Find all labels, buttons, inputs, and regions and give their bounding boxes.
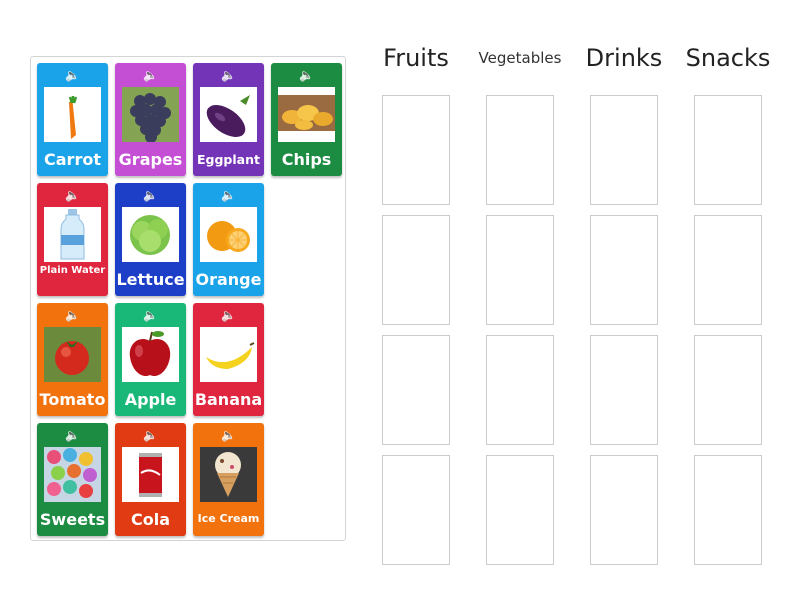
card-plain-water[interactable]: 🔈 Plain Water bbox=[37, 183, 108, 296]
speaker-icon[interactable]: 🔈 bbox=[193, 308, 264, 322]
category-header-drinks: Drinks bbox=[585, 44, 663, 72]
card-label: Orange bbox=[195, 269, 262, 289]
card-label: Chips bbox=[281, 149, 332, 169]
card-label: Apple bbox=[124, 389, 177, 409]
drop-slot-fruits[interactable] bbox=[382, 335, 450, 445]
sweets-icon bbox=[44, 447, 101, 502]
category-header-snacks: Snacks bbox=[685, 44, 771, 72]
card-banana[interactable]: 🔈 Banana bbox=[193, 303, 264, 416]
speaker-icon[interactable]: 🔈 bbox=[115, 428, 186, 442]
speaker-icon[interactable]: 🔈 bbox=[37, 308, 108, 322]
drop-slot-snacks[interactable] bbox=[694, 455, 762, 565]
speaker-icon[interactable]: 🔈 bbox=[271, 68, 342, 82]
card-label: Ice Cream bbox=[197, 512, 260, 526]
card-tray: 🔈 Carrot 🔈 Grapes 🔈 Eggplant 🔈 Chips 🔈 Plain Wate… bbox=[30, 56, 346, 541]
card-cola[interactable]: 🔈 Cola bbox=[115, 423, 186, 536]
apple-icon bbox=[122, 327, 179, 382]
speaker-icon[interactable]: 🔈 bbox=[115, 188, 186, 202]
card-label: Cola bbox=[130, 509, 170, 529]
drop-slot-snacks[interactable] bbox=[694, 95, 762, 205]
tomato-icon bbox=[44, 327, 101, 382]
card-label: Carrot bbox=[44, 149, 101, 169]
ice-cream-icon bbox=[200, 447, 257, 502]
drop-slot-vegetables[interactable] bbox=[486, 335, 554, 445]
drop-slot-snacks[interactable] bbox=[694, 335, 762, 445]
cola-can-icon bbox=[122, 447, 179, 502]
card-lettuce[interactable]: 🔈 Lettuce bbox=[115, 183, 186, 296]
card-carrot[interactable]: 🔈 Carrot bbox=[37, 63, 108, 176]
drop-slot-fruits[interactable] bbox=[382, 215, 450, 325]
water-bottle-icon bbox=[44, 207, 101, 262]
speaker-icon[interactable]: 🔈 bbox=[37, 188, 108, 202]
card-chips[interactable]: 🔈 Chips bbox=[271, 63, 342, 176]
drop-slot-fruits[interactable] bbox=[382, 95, 450, 205]
category-header-fruits: Fruits bbox=[383, 44, 449, 72]
orange-icon bbox=[200, 207, 257, 262]
chips-icon bbox=[278, 87, 335, 142]
drop-slot-drinks[interactable] bbox=[590, 455, 658, 565]
card-ice-cream[interactable]: 🔈 Ice Cream bbox=[193, 423, 264, 536]
carrot-icon bbox=[44, 87, 101, 142]
card-sweets[interactable]: 🔈 Sweets bbox=[37, 423, 108, 536]
card-tomato[interactable]: 🔈 Tomato bbox=[37, 303, 108, 416]
card-orange[interactable]: 🔈 Orange bbox=[193, 183, 264, 296]
card-label: Tomato bbox=[39, 389, 106, 409]
eggplant-icon bbox=[200, 87, 257, 142]
speaker-icon[interactable]: 🔈 bbox=[193, 188, 264, 202]
drop-slot-vegetables[interactable] bbox=[486, 95, 554, 205]
drop-slot-drinks[interactable] bbox=[590, 95, 658, 205]
card-grapes[interactable]: 🔈 Grapes bbox=[115, 63, 186, 176]
banana-icon bbox=[200, 327, 257, 382]
drop-slot-snacks[interactable] bbox=[694, 215, 762, 325]
card-label: Grapes bbox=[118, 149, 183, 169]
drop-slot-fruits[interactable] bbox=[382, 455, 450, 565]
speaker-icon[interactable]: 🔈 bbox=[193, 428, 264, 442]
grapes-icon bbox=[122, 87, 179, 142]
speaker-icon[interactable]: 🔈 bbox=[193, 68, 264, 82]
card-label: Eggplant bbox=[197, 151, 260, 167]
speaker-icon[interactable]: 🔈 bbox=[37, 68, 108, 82]
drop-slot-drinks[interactable] bbox=[590, 215, 658, 325]
drop-slot-vegetables[interactable] bbox=[486, 215, 554, 325]
speaker-icon[interactable]: 🔈 bbox=[115, 68, 186, 82]
drop-slot-vegetables[interactable] bbox=[486, 455, 554, 565]
speaker-icon[interactable]: 🔈 bbox=[115, 308, 186, 322]
card-label: Plain Water bbox=[39, 265, 106, 276]
card-label: Lettuce bbox=[116, 269, 185, 289]
card-eggplant[interactable]: 🔈 Eggplant bbox=[193, 63, 264, 176]
card-apple[interactable]: 🔈 Apple bbox=[115, 303, 186, 416]
lettuce-icon bbox=[122, 207, 179, 262]
speaker-icon[interactable]: 🔈 bbox=[37, 428, 108, 442]
drop-slot-drinks[interactable] bbox=[590, 335, 658, 445]
card-label: Sweets bbox=[39, 509, 106, 529]
card-label: Banana bbox=[194, 389, 263, 409]
category-header-vegetables: Vegetables bbox=[478, 49, 562, 67]
